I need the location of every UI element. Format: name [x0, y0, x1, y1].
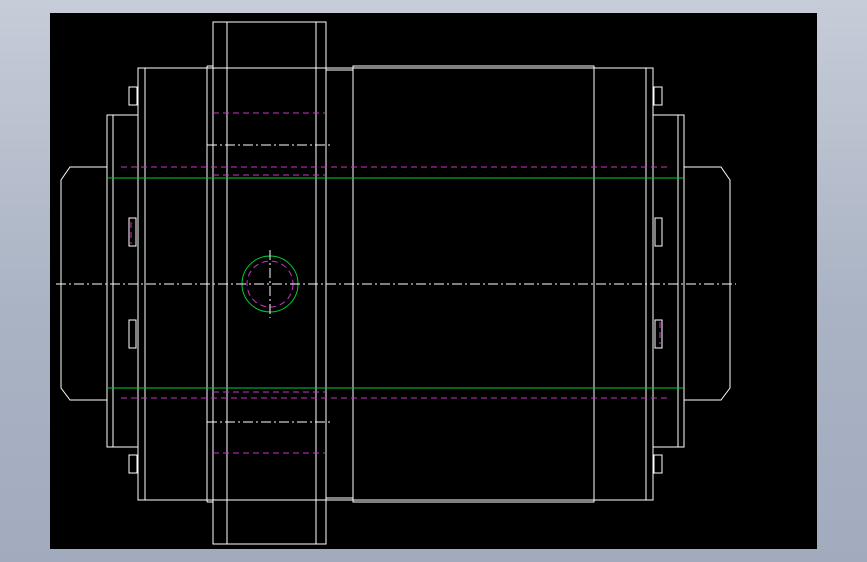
- centerlines: [56, 144, 736, 423]
- left-collar: [106, 114, 139, 448]
- right-collar: [652, 114, 685, 448]
- hidden-lines: [121, 112, 670, 454]
- cad-viewport[interactable]: [50, 13, 817, 549]
- pitch-lines: [107, 177, 684, 389]
- assembly-drawing: [56, 21, 736, 545]
- outer-body: [137, 67, 654, 501]
